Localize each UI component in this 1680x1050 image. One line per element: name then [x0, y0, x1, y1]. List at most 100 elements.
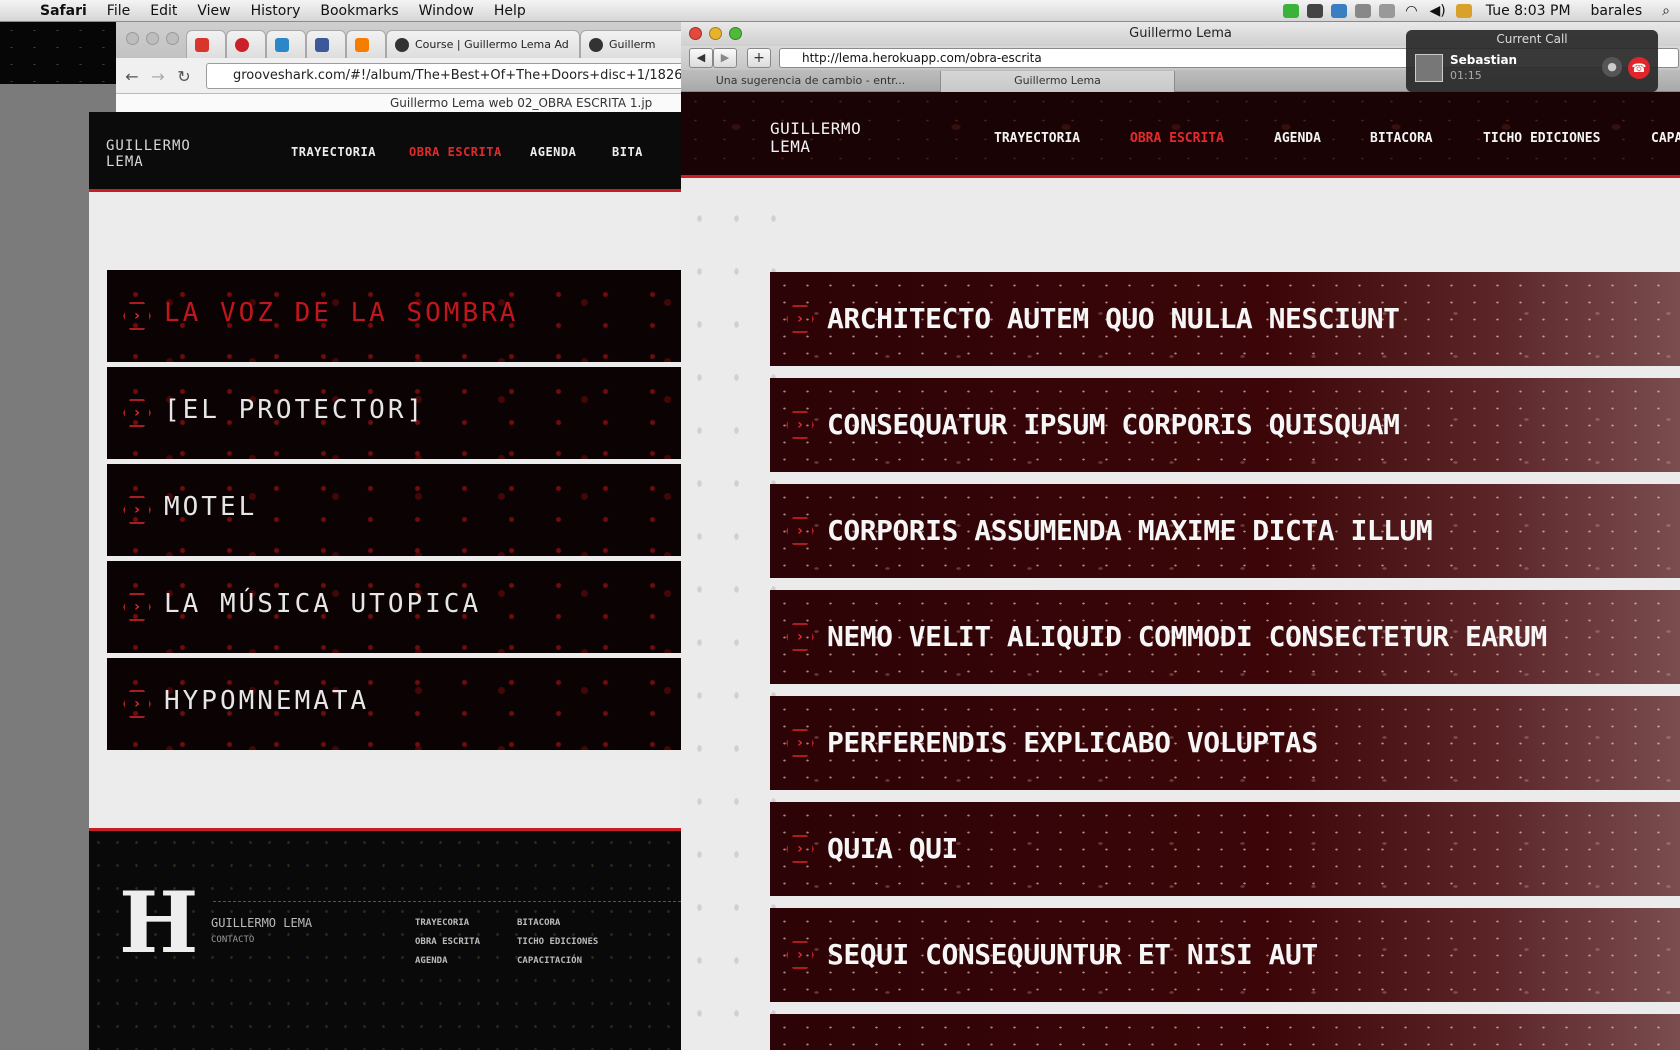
work-card[interactable]: › ARCHITECTO AUTEM QUO NULLA NESCIUNT — [770, 272, 1680, 366]
end-call-icon[interactable]: ☎ — [1628, 57, 1650, 79]
footer-link[interactable]: BITACORA — [517, 918, 560, 928]
tab-guillermo-lema[interactable]: Guillermo Lema — [941, 71, 1175, 92]
menu-file[interactable]: File — [97, 0, 140, 22]
nav-capacitacion[interactable]: CAPA — [1651, 131, 1680, 146]
nav-bitacora[interactable]: BITACORA — [1370, 131, 1433, 146]
work-card[interactable]: › SEQUI CONSEQUUNTUR ET NISI AUT — [770, 908, 1680, 1002]
site-favicon-icon — [589, 37, 603, 52]
window-minimize-button[interactable] — [146, 32, 159, 45]
tab-add[interactable] — [266, 30, 306, 58]
work-card[interactable]: › MOTEL — [107, 464, 681, 556]
tab-course[interactable]: Course | Guillermo Lema Ad — [386, 30, 580, 58]
tab-pinterest[interactable] — [226, 30, 266, 58]
nav-agenda[interactable]: AGENDA — [1274, 131, 1321, 146]
time-machine-icon[interactable] — [1355, 3, 1372, 18]
chevron-right-icon: › — [123, 496, 151, 524]
download-item[interactable]: Guillermo Lema web 02_OBRA ESCRITA 1.jp — [116, 94, 696, 112]
gmail-icon — [195, 37, 209, 52]
menubar-user[interactable]: barales — [1581, 0, 1653, 22]
footer-logo: H — [119, 873, 199, 972]
nav-trayectoria[interactable]: TRAYECTORIA — [291, 145, 376, 159]
work-card[interactable]: › QUIA QUI — [770, 802, 1680, 896]
menu-edit[interactable]: Edit — [140, 0, 187, 22]
back-arrow-icon[interactable]: ← — [122, 67, 142, 86]
site-logo[interactable]: GUILLERMO LEMA — [106, 138, 191, 170]
work-title: SEQUI CONSEQUUNTUR ET NISI AUT — [827, 938, 1318, 971]
spotlight-icon[interactable]: ⌕ — [1652, 0, 1680, 22]
avatar — [1415, 54, 1443, 82]
back-button[interactable]: ◀ — [689, 48, 713, 68]
footer-link[interactable]: CAPACITACIÓN — [517, 956, 582, 966]
input-flag-icon[interactable] — [1455, 3, 1472, 18]
work-card[interactable]: › LA MÚSICA UTOPICA — [107, 561, 681, 653]
footer-link[interactable]: OBRA ESCRITA — [415, 937, 480, 947]
work-card[interactable]: › PERFERENDIS EXPLICABO VOLUPTAS — [770, 696, 1680, 790]
dropbox-icon[interactable] — [1331, 3, 1348, 18]
window-zoom-button[interactable] — [729, 27, 742, 40]
nav-agenda[interactable]: AGENDA — [530, 145, 576, 159]
footer-link[interactable]: TICHO EDICIONES — [517, 937, 598, 947]
volume-icon[interactable]: ◀) — [1424, 0, 1452, 22]
work-card[interactable]: › NEMO VELIT ALIQUID COMMODI CONSECTETUR… — [770, 590, 1680, 684]
nav-obra-escrita[interactable]: OBRA ESCRITA — [409, 145, 502, 159]
add-bookmark-button[interactable]: + — [747, 48, 771, 68]
tab-guillermo[interactable]: Guillerm — [580, 30, 696, 58]
work-title: CONSEQUATUR IPSUM CORPORIS QUISQUAM — [827, 408, 1400, 441]
site-header: GUILLERMO LEMA TRAYECTORIA OBRA ESCRITA … — [681, 92, 1680, 178]
forward-button[interactable]: ▶ — [713, 48, 737, 68]
desktop-background — [0, 22, 116, 84]
messages-status-icon[interactable] — [1283, 3, 1300, 18]
footer-link[interactable]: AGENDA — [415, 956, 448, 966]
window-close-button[interactable] — [689, 27, 702, 40]
footer-link[interactable]: TRAYECORIA — [415, 918, 469, 928]
window-close-button[interactable] — [126, 32, 139, 45]
work-title: QUIA QUI — [827, 832, 958, 865]
chevron-right-icon: › — [786, 835, 814, 863]
menu-history[interactable]: History — [241, 0, 311, 22]
logo-line: GUILLERMO — [770, 119, 862, 138]
menu-window[interactable]: Window — [409, 0, 484, 22]
window-minimize-button[interactable] — [709, 27, 722, 40]
footer-contact-link[interactable]: CONTACTO — [211, 935, 254, 945]
chevron-right-icon: › — [786, 729, 814, 757]
app-menu[interactable]: Safari — [30, 0, 97, 22]
battery-icon[interactable] — [1379, 3, 1396, 18]
nav-obra-escrita[interactable]: OBRA ESCRITA — [1130, 131, 1224, 146]
work-title: [EL PROTECTOR] — [164, 395, 426, 425]
wifi-icon[interactable]: ◠ — [1399, 0, 1423, 22]
site-logo[interactable]: GUILLERMO LEMA — [770, 120, 861, 156]
window-zoom-button[interactable] — [166, 32, 179, 45]
tab-facebook[interactable] — [306, 30, 346, 58]
work-title: CORPORIS ASSUMENDA MAXIME DICTA ILLUM — [827, 514, 1433, 547]
design-comp-page: GUILLERMO LEMA TRAYECTORIA OBRA ESCRITA … — [89, 112, 681, 1050]
menu-view[interactable]: View — [187, 0, 240, 22]
nav-ticho-ediciones[interactable]: TICHO EDICIONES — [1483, 131, 1600, 146]
menu-help[interactable]: Help — [484, 0, 536, 22]
work-card[interactable]: › CORPORIS ASSUMENDA MAXIME DICTA ILLUM — [770, 484, 1680, 578]
nav-trayectoria[interactable]: TRAYECTORIA — [994, 131, 1080, 146]
nav-bitacora[interactable]: BITA — [612, 145, 643, 159]
menu-bookmarks[interactable]: Bookmarks — [310, 0, 408, 22]
call-header: Current Call — [1496, 32, 1568, 46]
tray-app-icon[interactable] — [1307, 3, 1324, 18]
tab-blogger[interactable] — [346, 30, 386, 58]
blogger-icon — [355, 37, 369, 52]
work-card[interactable]: › LA VOZ DE LA SOMBRA — [107, 270, 681, 362]
work-card[interactable]: › HYPOMNEMATA — [107, 658, 681, 750]
address-bar[interactable]: grooveshark.com/#!/album/The+Best+Of+The… — [206, 63, 696, 89]
menubar-clock[interactable]: Tue 8:03 PM — [1476, 0, 1581, 22]
chevron-right-icon: › — [123, 690, 151, 718]
forward-arrow-icon[interactable]: → — [148, 67, 168, 86]
work-card[interactable]: › CONSEQUATUR IPSUM CORPORIS QUISQUAM — [770, 378, 1680, 472]
reload-icon[interactable]: ↻ — [174, 67, 194, 86]
footer-name: GUILLERMO LEMA — [211, 916, 313, 930]
chevron-right-icon: › — [123, 302, 151, 330]
tab-sugerencia[interactable]: Una sugerencia de cambio - entr... — [681, 71, 941, 92]
site-favicon-icon — [395, 37, 409, 52]
chevron-right-icon: › — [786, 305, 814, 333]
mute-microphone-icon[interactable]: ● — [1602, 57, 1622, 77]
tab-gmail[interactable] — [186, 30, 226, 58]
pinterest-icon — [235, 37, 249, 52]
work-card[interactable]: › [EL PROTECTOR] — [107, 367, 681, 459]
work-card[interactable] — [770, 1014, 1680, 1050]
